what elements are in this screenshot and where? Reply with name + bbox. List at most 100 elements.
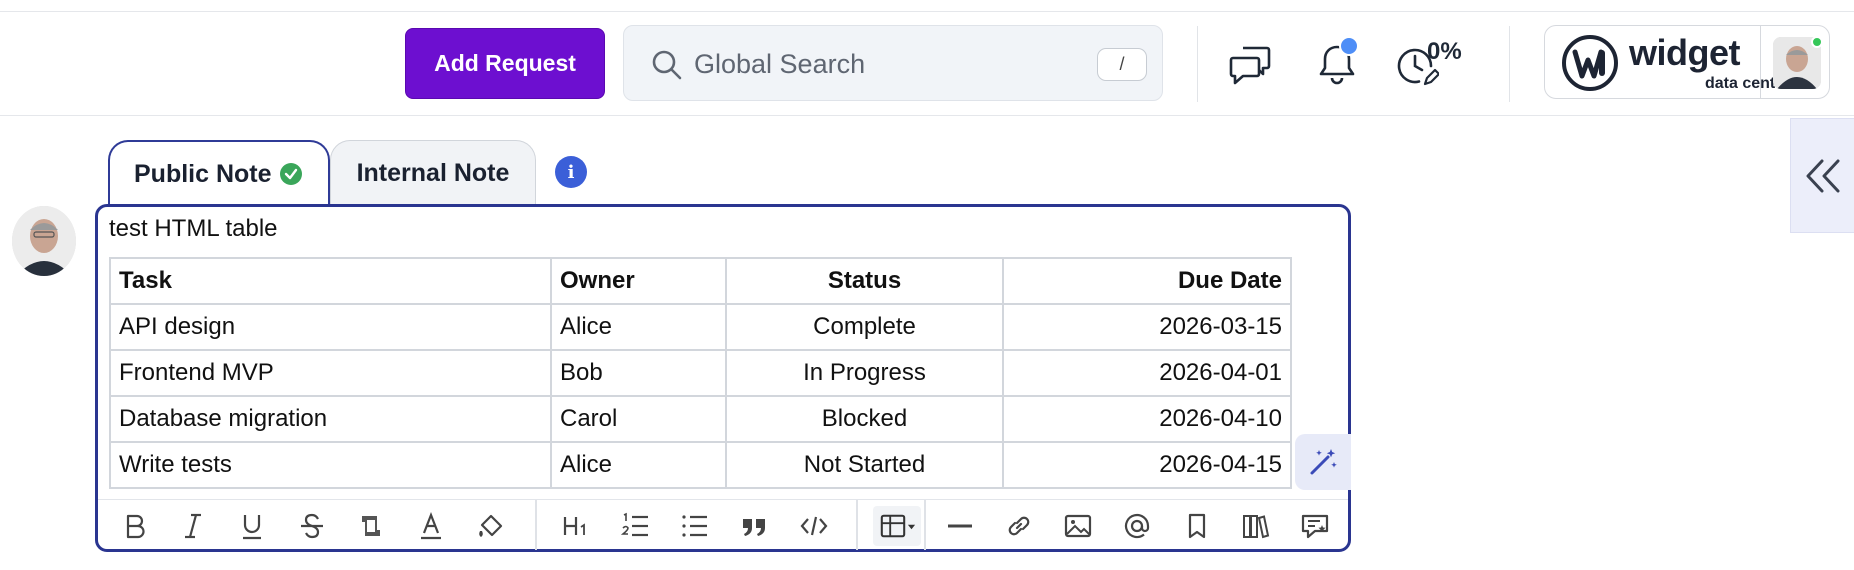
double-chevron-left-icon xyxy=(1806,159,1839,192)
highlight-button[interactable] xyxy=(351,506,391,546)
italic-icon xyxy=(185,513,201,539)
tab-public-note-label: Public Note xyxy=(134,159,272,188)
horizontal-rule-icon xyxy=(948,524,972,528)
link-icon xyxy=(1008,516,1030,536)
author-avatar xyxy=(12,206,76,276)
tab-internal-note-label: Internal Note xyxy=(356,159,510,187)
html-table[interactable]: Task Owner Status Due Date API design Al… xyxy=(109,257,1292,489)
text-color-button[interactable] xyxy=(411,506,451,546)
bookmark-icon xyxy=(1188,513,1206,539)
ordered-list-button[interactable] xyxy=(616,506,656,546)
table-cell[interactable]: Complete xyxy=(725,303,1004,351)
header-divider xyxy=(1509,26,1510,102)
code-icon xyxy=(800,516,828,536)
table-cell[interactable]: Bob xyxy=(550,349,727,397)
library-icon xyxy=(1243,515,1270,539)
highlight-icon xyxy=(362,516,380,536)
table-cell[interactable]: In Progress xyxy=(725,349,1004,397)
toolbar-divider xyxy=(924,500,926,550)
toolbar-divider xyxy=(856,500,858,550)
table-cell[interactable]: Blocked xyxy=(725,395,1004,443)
table-row: Write tests Alice Not Started 2026-04-15 xyxy=(109,441,1292,489)
mention-icon xyxy=(1124,513,1150,539)
blockquote-button[interactable] xyxy=(734,506,774,546)
table-icon xyxy=(880,514,905,538)
formatting-toolbar xyxy=(98,499,1348,550)
note-editor[interactable]: test HTML table Task Owner Status Due Da… xyxy=(95,204,1351,552)
paint-bucket-icon xyxy=(479,514,503,537)
widget-logo-icon xyxy=(1562,35,1618,91)
progress-percent: 0% xyxy=(1427,38,1462,65)
brand-account-switcher[interactable]: widget data center xyxy=(1544,25,1830,99)
brand-divider xyxy=(1760,26,1761,98)
image-icon xyxy=(1064,514,1092,538)
chat-icon[interactable] xyxy=(1229,42,1273,86)
table-cell[interactable]: 2026-04-10 xyxy=(1002,395,1292,443)
table-cell[interactable]: Write tests xyxy=(109,441,552,489)
bookmark-button[interactable] xyxy=(1177,506,1217,546)
notification-badge xyxy=(1339,36,1359,56)
strikethrough-button[interactable] xyxy=(292,506,332,546)
search-shortcut-key: / xyxy=(1097,48,1147,81)
table-cell[interactable]: 2026-04-15 xyxy=(1002,441,1292,489)
app-header: Add Request / 0% widget data center xyxy=(0,12,1854,116)
top-strip xyxy=(0,0,1854,12)
table-cell[interactable]: 2026-03-15 xyxy=(1002,303,1292,351)
knowledge-base-button[interactable] xyxy=(1236,506,1276,546)
ordered-list-icon xyxy=(621,512,648,537)
ai-assist-button[interactable] xyxy=(1295,434,1351,490)
table-button[interactable] xyxy=(873,506,921,546)
magic-wand-icon xyxy=(1310,449,1337,475)
tab-public-note[interactable]: Public Note xyxy=(108,140,330,206)
table-row: Database migration Carol Blocked 2026-04… xyxy=(109,395,1292,443)
table-header-cell[interactable]: Due Date xyxy=(1002,257,1292,305)
online-status-dot xyxy=(1811,36,1823,48)
header-divider xyxy=(1197,26,1198,102)
table-cell[interactable]: Not Started xyxy=(725,441,1004,489)
toolbar-divider xyxy=(535,500,537,550)
image-button[interactable] xyxy=(1058,506,1098,546)
italic-button[interactable] xyxy=(173,506,213,546)
link-button[interactable] xyxy=(999,506,1039,546)
quote-icon xyxy=(743,519,765,536)
underline-button[interactable] xyxy=(232,506,272,546)
table-cell[interactable]: Alice xyxy=(550,303,727,351)
mention-button[interactable] xyxy=(1117,506,1157,546)
table-header-cell[interactable]: Task xyxy=(109,257,552,305)
heading-button[interactable] xyxy=(556,506,596,546)
table-header-row: Task Owner Status Due Date xyxy=(109,257,1292,305)
canned-response-button[interactable] xyxy=(1295,506,1335,546)
table-header-cell[interactable]: Owner xyxy=(550,257,727,305)
add-request-button[interactable]: Add Request xyxy=(405,28,605,99)
bold-button[interactable] xyxy=(115,506,155,546)
table-cell[interactable]: Database migration xyxy=(109,395,552,443)
info-icon[interactable]: i xyxy=(555,156,587,188)
bullet-list-button[interactable] xyxy=(675,506,715,546)
table-row: Frontend MVP Bob In Progress 2026-04-01 xyxy=(109,349,1292,397)
global-search[interactable]: / xyxy=(623,25,1163,101)
underline-icon xyxy=(243,515,261,540)
code-block-button[interactable] xyxy=(794,506,834,546)
fill-color-button[interactable] xyxy=(471,506,511,546)
table-cell[interactable]: Carol xyxy=(550,395,727,443)
bullet-list-icon xyxy=(682,515,707,537)
search-input[interactable] xyxy=(694,44,1054,84)
search-icon xyxy=(652,50,682,80)
check-circle-icon xyxy=(279,163,302,185)
table-cell[interactable]: Alice xyxy=(550,441,727,489)
table-cell[interactable]: Frontend MVP xyxy=(109,349,552,397)
bold-icon xyxy=(126,514,145,539)
collapse-sidebar-button[interactable] xyxy=(1790,118,1854,233)
table-cell[interactable]: 2026-04-01 xyxy=(1002,349,1292,397)
table-cell[interactable]: API design xyxy=(109,303,552,351)
caret-down-icon xyxy=(907,524,915,529)
horizontal-rule-button[interactable] xyxy=(940,506,980,546)
brand-name: widget xyxy=(1629,32,1741,73)
editor-text[interactable]: test HTML table xyxy=(109,215,278,243)
tab-internal-note[interactable]: Internal Note xyxy=(330,140,536,206)
table-header-cell[interactable]: Status xyxy=(725,257,1004,305)
table-row: API design Alice Complete 2026-03-15 xyxy=(109,303,1292,351)
strikethrough-icon xyxy=(301,513,323,539)
text-color-icon xyxy=(421,511,441,540)
canned-response-icon xyxy=(1301,514,1329,539)
